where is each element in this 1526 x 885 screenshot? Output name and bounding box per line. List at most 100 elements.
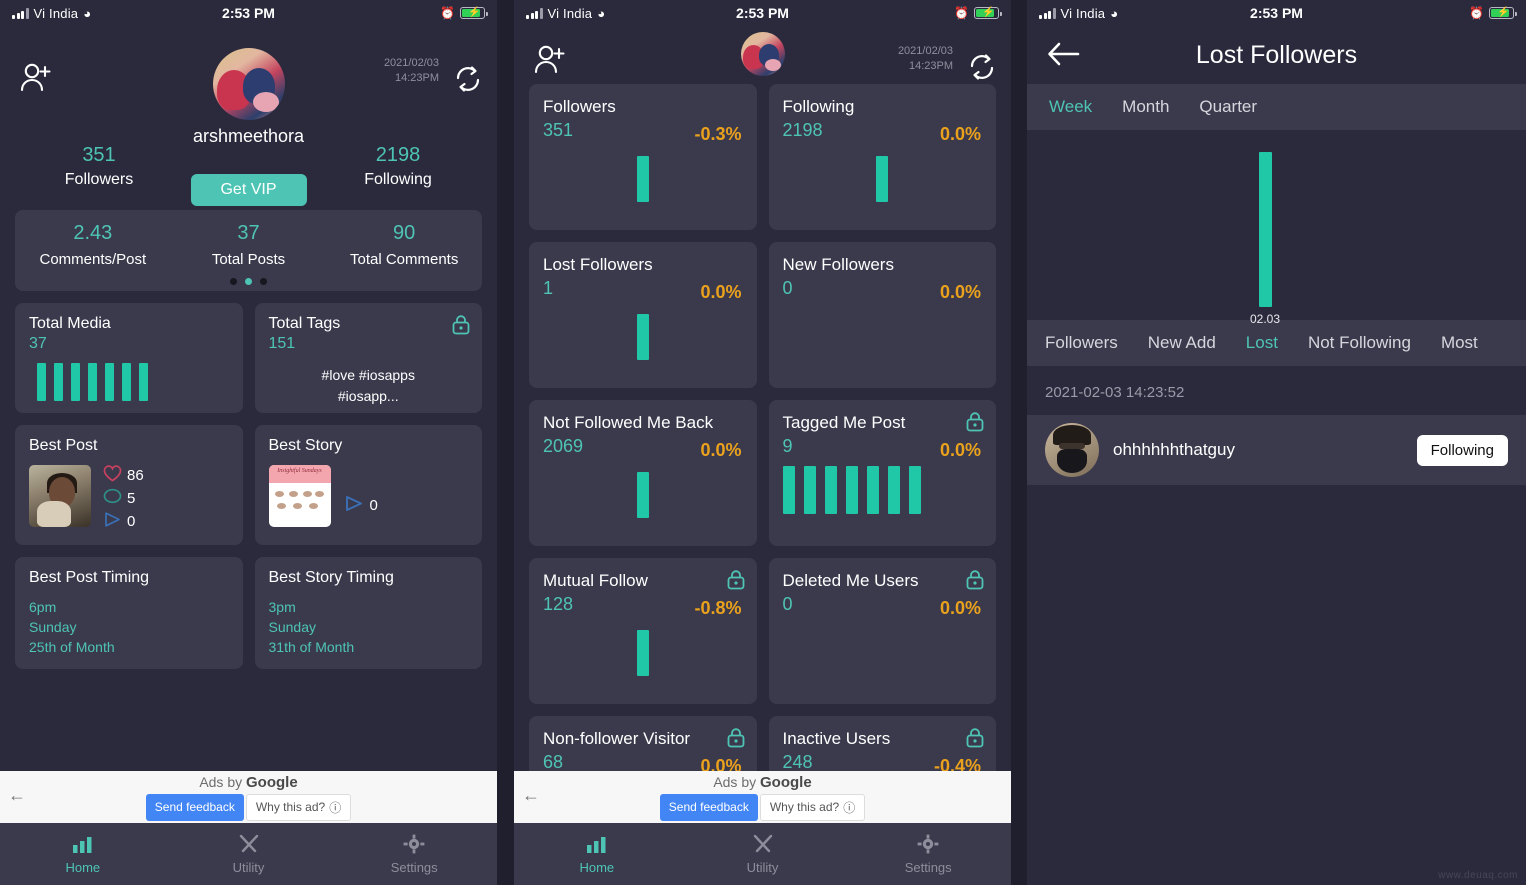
page-dot[interactable] [230, 278, 237, 285]
tab-new-add[interactable]: New Add [1148, 333, 1216, 353]
add-user-icon[interactable] [20, 62, 54, 97]
metric-percent-change: 0.0% [939, 598, 981, 618]
sync-time: 14:23PM [908, 60, 953, 72]
metric-bar-chart [636, 630, 649, 676]
summary-row: 2.43 Comments/Post 37 Total Posts 90 Tot… [15, 222, 482, 268]
tab-month[interactable]: Month [1122, 97, 1169, 117]
why-this-ad-label: Why this ad? [769, 800, 840, 814]
metric-card[interactable]: Followers 351 -0.3% [529, 84, 757, 230]
avatar[interactable] [1045, 423, 1099, 477]
google-ad-banner: ← Ads by Google Send feedback Why this a… [514, 771, 1011, 823]
bar-chart-icon [0, 834, 166, 856]
best-story-inner: Insightful Sundays 0 [268, 465, 469, 527]
profile-stats-row: 351 Followers Get VIP 2198 Following [0, 144, 497, 206]
best-post-timing-card[interactable]: Best Post Timing 6pm Sunday 25th of Mont… [15, 557, 243, 669]
metric-bar-chart [636, 472, 649, 518]
page-dot-active[interactable] [245, 278, 252, 285]
metrics-header: 2021/02/03 14:23PM [514, 26, 1011, 84]
google-ad-banner: ← Ads by Google Send feedback Why this a… [0, 771, 497, 823]
total-media-bar-chart [29, 363, 229, 401]
tab-home[interactable]: Home [0, 834, 166, 875]
plays-count: 0 [127, 513, 136, 530]
tab-followers[interactable]: Followers [1045, 333, 1118, 353]
metric-card[interactable]: Tagged Me Post 9 0.0% [768, 400, 996, 546]
screen-metrics-grid: Vi India ◕ 2:53 PM ⏰ ⚡ 2021/02/03 14:23P… [514, 0, 1011, 885]
comment-icon [103, 488, 122, 509]
metric-card[interactable]: Lost Followers 1 0.0% [529, 242, 757, 388]
bar [824, 466, 837, 514]
bar [636, 630, 649, 676]
summary-label: Total Posts [211, 251, 286, 268]
best-post-card[interactable]: Best Post 86 5 0 [15, 425, 243, 545]
watermark: www.deuaq.com [1438, 870, 1518, 881]
tab-quarter[interactable]: Quarter [1199, 97, 1257, 117]
tab-utility[interactable]: Utility [680, 834, 846, 875]
metric-card[interactable]: Following 2198 0.0% [768, 84, 996, 230]
metric-percent-change: 0.0% [700, 440, 742, 460]
play-icon [103, 511, 122, 532]
send-feedback-button[interactable]: Send feedback [659, 793, 758, 821]
screen-lost-followers: Vi India ◕ 2:53 PM ⏰ ⚡ Lost Followers We… [1027, 0, 1526, 885]
total-media-card[interactable]: Total Media 37 [15, 303, 243, 413]
gear-icon [845, 834, 1011, 856]
back-arrow-icon[interactable]: ← [522, 785, 540, 806]
metric-percent-change: 0.0% [939, 282, 981, 302]
metric-bar-chart [782, 466, 983, 514]
status-bar-right: ⏰ ⚡ [440, 6, 488, 20]
page-dot[interactable] [260, 278, 267, 285]
metric-card[interactable]: Mutual Follow 128 -0.8% [529, 558, 757, 704]
tab-utility[interactable]: Utility [166, 834, 332, 875]
tab-settings[interactable]: Settings [845, 834, 1011, 875]
metric-card[interactable]: Not Followed Me Back 2069 0.0% [529, 400, 757, 546]
why-this-ad-button[interactable]: Why this ad? ⓘ [759, 793, 866, 821]
tab-settings[interactable]: Settings [331, 834, 497, 875]
metric-title: Followers [543, 97, 616, 116]
summary-carousel-card[interactable]: 2.43 Comments/Post 37 Total Posts 90 Tot… [15, 210, 482, 291]
best-story-timing-card[interactable]: Best Story Timing 3pm Sunday 31th of Mon… [254, 557, 482, 669]
following-stat[interactable]: 2198 Following [323, 144, 473, 189]
back-arrow-icon[interactable]: ← [8, 785, 26, 806]
sync-refresh-icon[interactable] [453, 64, 483, 99]
play-icon [343, 494, 365, 517]
metric-card[interactable]: Deleted Me Users 0 0.0% [768, 558, 996, 704]
add-user-icon[interactable] [534, 44, 568, 79]
bar [876, 156, 889, 202]
send-feedback-button[interactable]: Send feedback [145, 793, 244, 821]
bar [803, 466, 816, 514]
best-story-thumbnail[interactable]: Insightful Sundays [268, 465, 331, 527]
followers-stat[interactable]: 351 Followers [24, 144, 174, 189]
metric-title: New Followers [782, 255, 894, 274]
avatar[interactable] [212, 48, 285, 120]
metric-card[interactable]: New Followers 0 0.0% [768, 242, 996, 388]
list-item[interactable]: ohhhhhhthatguy Following [1027, 415, 1526, 485]
sync-time: 14:23PM [394, 72, 439, 84]
avatar[interactable] [740, 32, 785, 76]
best-story-timing-day: Sunday [268, 619, 316, 635]
tab-not-following[interactable]: Not Following [1308, 333, 1411, 353]
following-button[interactable]: Following [1416, 434, 1508, 466]
carousel-page-dots[interactable] [15, 278, 482, 285]
metric-bar-chart [876, 156, 889, 202]
tab-most[interactable]: Most [1441, 333, 1478, 353]
get-vip-button[interactable]: Get VIP [190, 174, 307, 206]
back-arrow-icon[interactable] [1047, 40, 1081, 73]
followers-label: Followers [64, 171, 134, 188]
summary-cell: 2.43 Comments/Post [15, 222, 171, 268]
bar [782, 466, 795, 514]
status-bar-clock: 2:53 PM [736, 5, 789, 21]
tab-lost[interactable]: Lost [1246, 333, 1278, 353]
best-story-card[interactable]: Best Story Insightful Sundays 0 [254, 425, 482, 545]
tab-home[interactable]: Home [514, 834, 680, 875]
tab-week[interactable]: Week [1049, 97, 1092, 117]
best-story-timing-title: Best Story Timing [268, 569, 394, 586]
total-tags-card[interactable]: Total Tags 151 #love #iosapps #iosapp... [254, 303, 482, 413]
best-post-metrics: 86 5 0 [103, 465, 144, 532]
tags-preview: #love #iosapps #iosapp... [269, 365, 469, 407]
metric-percent-change: 0.0% [939, 440, 981, 460]
best-post-thumbnail[interactable] [29, 465, 91, 527]
why-this-ad-button[interactable]: Why this ad? ⓘ [245, 793, 352, 821]
status-bar: Vi India ◕ 2:53 PM ⏰ ⚡ [514, 0, 1011, 26]
metric-title: Following [782, 97, 855, 116]
sync-refresh-icon[interactable] [967, 52, 997, 87]
total-media-title: Total Media [29, 315, 111, 332]
